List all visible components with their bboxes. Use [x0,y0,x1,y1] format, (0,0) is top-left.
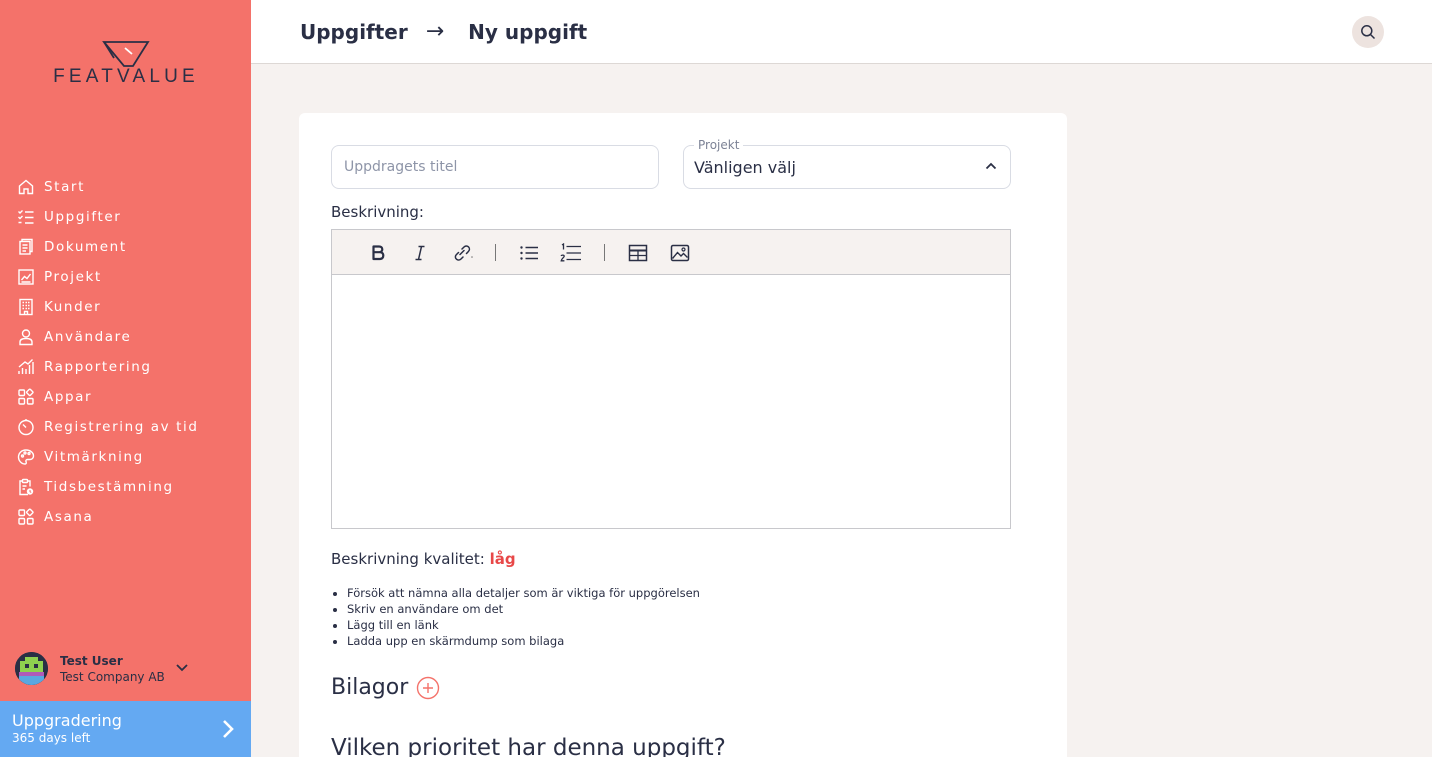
user-menu[interactable]: Test User Test Company AB [15,652,188,685]
table-icon [628,244,648,262]
sidebar-item-label: Uppgifter [44,209,122,225]
image-icon [670,244,690,262]
attachments-title: Bilagor [331,675,409,700]
upgrade-days-left: 365 days left [12,731,91,745]
sidebar-item-label: Appar [44,389,93,405]
italic-button[interactable] [409,242,431,264]
upgrade-banner[interactable]: Uppgradering 365 days left [0,701,251,757]
priority-question: Vilken prioritet har denna uppgift? [331,735,726,757]
palette-icon [16,447,36,467]
sidebar-item-label: Registrering av tid [44,419,199,435]
brand-logo-mark-icon [102,41,150,67]
table-button[interactable] [627,242,649,264]
toolbar-separator [495,244,496,261]
sidebar-item-label: Start [44,179,85,195]
upgrade-title: Uppgradering [12,711,122,730]
sidebar-item-users[interactable]: Användare [0,322,251,352]
task-form-card: Projekt Vänligen välj Beskrivning: [299,113,1067,757]
sidebar-item-label: Projekt [44,269,102,285]
apps-icon [16,387,36,407]
avatar-alien-icon [15,652,48,685]
user-name: Test User [60,653,123,668]
sidebar-item-white-label[interactable]: Vitmärkning [0,442,251,472]
toolbar-separator [604,244,605,261]
brand-name: FEATVALUE [53,66,199,87]
task-title-input[interactable] [331,145,659,189]
sidebar-item-customers[interactable]: Kunder [0,292,251,322]
bullet-list-icon [520,246,538,260]
sidebar-item-asana[interactable]: Asana [0,502,251,532]
sidebar-item-label: Användare [44,329,132,345]
search-icon [1361,25,1376,40]
sidebar-item-label: Kunder [44,299,102,315]
search-button[interactable] [1352,16,1384,48]
add-attachment-icon[interactable] [416,676,440,700]
list-item: Skriv en användare om det [347,601,700,617]
bullet-list-button[interactable] [518,242,540,264]
apps-icon [16,507,36,527]
editor-toolbar [332,230,1010,275]
breadcrumb: Uppgifter → Ny uppgift [300,19,587,44]
bold-icon [372,245,385,261]
breadcrumb-parent[interactable]: Uppgifter [300,20,408,44]
numbered-list-icon [560,243,581,262]
timer-icon [16,417,36,437]
breadcrumb-separator: → [425,19,445,44]
clipboard-clock-icon [16,477,36,497]
sidebar-item-label: Asana [44,509,94,525]
avatar [15,652,48,685]
sidebar-item-apps[interactable]: Appar [0,382,251,412]
sidebar-item-reporting[interactable]: Rapportering [0,352,251,382]
chevron-up-icon [985,162,997,170]
attachments-section: Bilagor [331,675,440,700]
italic-icon [415,245,425,261]
sidebar-item-tasks[interactable]: Uppgifter [0,202,251,232]
list-item: Lägg till en länk [347,617,700,633]
user-icon [16,327,36,347]
sidebar-item-documents[interactable]: Dokument [0,232,251,262]
sidebar-item-start[interactable]: Start [0,172,251,202]
project-label: Projekt [694,138,744,152]
sidebar-item-time-registration[interactable]: Registrering av tid [0,412,251,442]
image-button[interactable] [669,242,691,264]
link-button[interactable] [452,242,474,264]
project-select[interactable]: Projekt Vänligen välj [683,138,1011,189]
top-header: Uppgifter → Ny uppgift [251,0,1432,64]
link-icon [454,245,473,261]
description-label: Beskrivning: [331,203,424,221]
bold-button[interactable] [367,242,389,264]
sidebar-item-label: Dokument [44,239,127,255]
building-icon [16,297,36,317]
chevron-down-icon[interactable] [175,662,189,674]
list-item: Försök att nämna alla detaljer som är vi… [347,585,700,601]
description-quality: Beskrivning kvalitet: låg [331,550,516,568]
sidebar: FEATVALUE Start Uppgifter Dokument Proje… [0,0,251,757]
sidebar-item-label: Vitmärkning [44,449,144,465]
user-company: Test Company AB [60,669,165,684]
sidebar-nav: Start Uppgifter Dokument Projekt Kunder [0,172,251,532]
brand-logo[interactable]: FEATVALUE [38,40,214,90]
project-selected-value: Vänligen välj [694,157,796,177]
user-info: Test User Test Company AB [60,654,165,684]
sidebar-item-label: Rapportering [44,359,152,375]
breadcrumb-current: Ny uppgift [468,19,588,44]
sidebar-item-projects[interactable]: Projekt [0,262,251,292]
quality-value: låg [489,550,516,568]
document-icon [16,237,36,257]
home-icon [16,177,36,197]
description-editor-body[interactable] [332,275,1010,528]
bars-icon [16,357,36,377]
list-item: Ladda upp en skärmdump som bilaga [347,633,700,649]
numbered-list-button[interactable] [560,242,582,264]
checklist-icon [16,207,36,227]
quality-tips-list: Försök att nämna alla detaljer som är vi… [347,585,700,649]
sidebar-item-scheduling[interactable]: Tidsbestämning [0,472,251,502]
description-editor [331,229,1011,529]
chart-icon [16,267,36,287]
sidebar-item-label: Tidsbestämning [44,479,174,495]
chevron-right-icon [223,720,234,738]
quality-label: Beskrivning kvalitet: [331,550,485,568]
